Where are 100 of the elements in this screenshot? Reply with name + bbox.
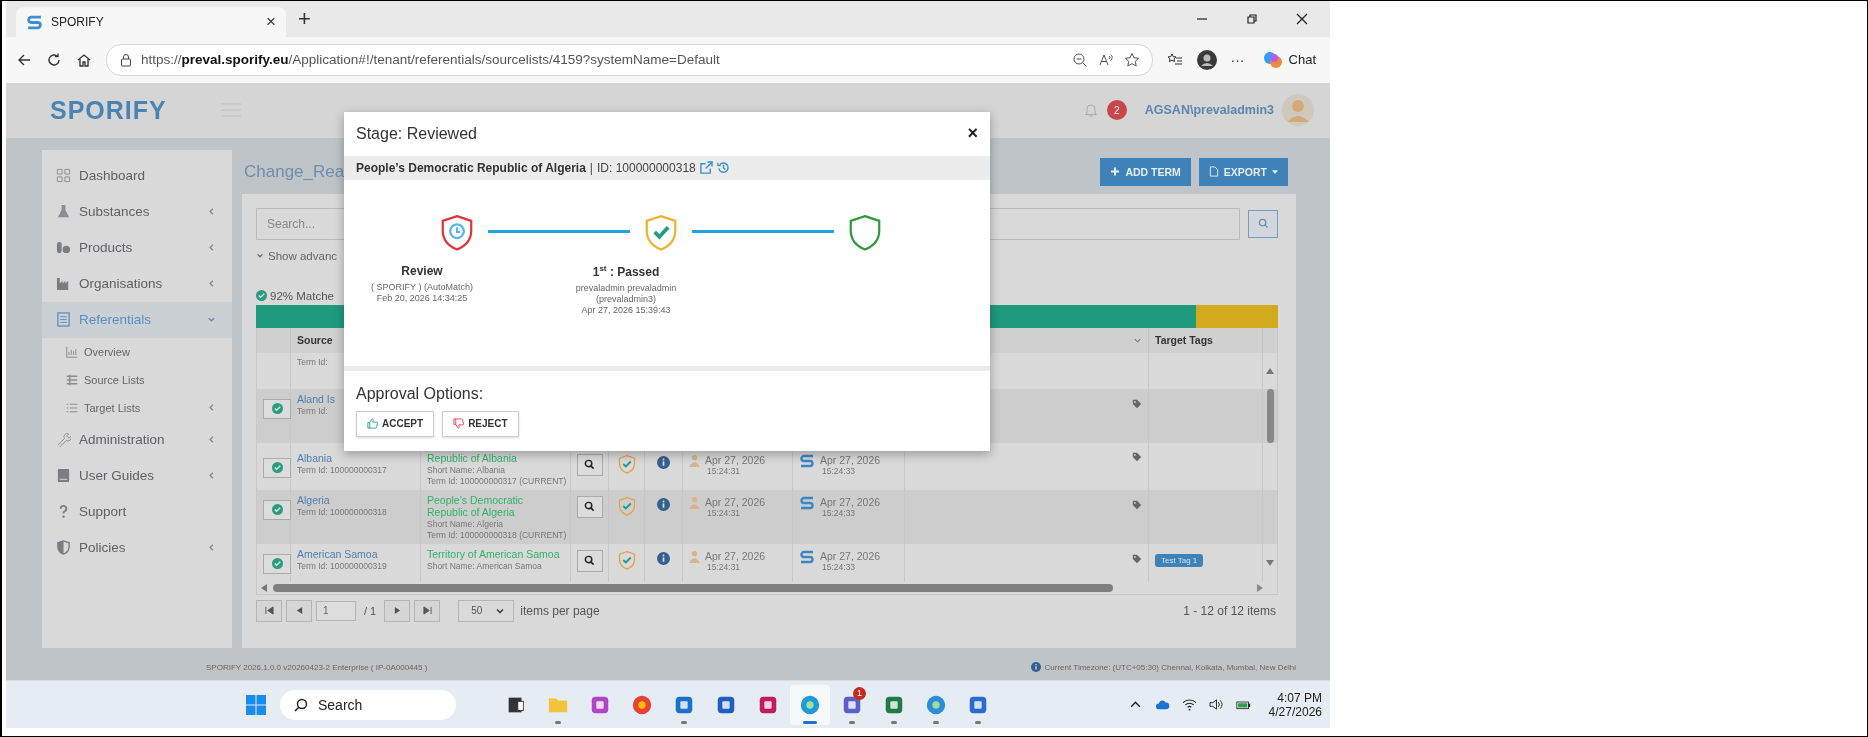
browser-tab[interactable]: SPORIFY × <box>16 7 286 37</box>
sidebar-subitem[interactable]: Target Lists <box>42 393 232 422</box>
refresh-icon[interactable] <box>46 51 62 68</box>
tag-label[interactable]: Test Tag 1 <box>1155 553 1204 567</box>
check-circle-icon <box>271 403 283 415</box>
scroll-down-icon[interactable] <box>1266 559 1274 566</box>
thumbs-down-icon <box>453 418 465 430</box>
sidebar-item[interactable]: Policies <box>42 529 232 566</box>
approval-options-title: Approval Options: <box>356 384 485 403</box>
sidebar-subitem[interactable]: Overview <box>42 337 232 366</box>
scroll-left-icon[interactable] <box>261 583 267 592</box>
taskbar-search-field[interactable]: Search <box>280 689 456 720</box>
source-term-link[interactable]: Albania <box>297 451 333 464</box>
view-button[interactable] <box>576 495 603 518</box>
address-field[interactable]: https://preval.sporify.eu/Application#!/tenant/referentials/sourcelists/4159?systemName=Default <box>106 43 1153 76</box>
copilot-chat-button[interactable]: Chat <box>1258 46 1320 73</box>
search-icon <box>1257 218 1269 230</box>
next-page-button[interactable] <box>384 599 411 622</box>
export-button[interactable]: EXPORT <box>1198 157 1288 186</box>
sporify-logo: SPORIFY <box>50 95 167 125</box>
scroll-right-icon[interactable] <box>1257 583 1263 592</box>
external-link-icon[interactable] <box>699 161 713 175</box>
battery-icon[interactable] <box>1235 698 1251 712</box>
tag-icon[interactable] <box>1132 398 1142 409</box>
taskbar-app-button[interactable]: 1 <box>832 684 872 725</box>
previous-page-button[interactable] <box>286 599 312 622</box>
tag-icon[interactable] <box>1132 451 1142 462</box>
view-button[interactable] <box>576 549 603 572</box>
sidebar-item[interactable]: Products <box>42 229 232 266</box>
sidebar-subitem[interactable]: Source Lists <box>42 365 232 394</box>
sidebar-item[interactable]: User Guides <box>42 457 232 494</box>
sidebar-item[interactable]: Support <box>42 493 232 530</box>
taskbar-clock[interactable]: 4:07 PM 4/27/2026 <box>1268 690 1322 719</box>
tag-icon[interactable] <box>1132 553 1142 564</box>
source-term-link[interactable]: Aland Is <box>297 392 335 405</box>
page-number-field[interactable]: 1 <box>316 600 356 621</box>
url-text: https://preval.sporify.eu/Application#!/tenant/referentials/sourcelists/4159?systemName=Default <box>141 52 720 68</box>
source-term-link[interactable]: Algeria <box>297 493 330 506</box>
start-button[interactable] <box>246 694 266 715</box>
new-tab-button[interactable]: + <box>298 6 311 32</box>
match-checkbox[interactable] <box>263 457 291 478</box>
add-term-button[interactable]: ADD TERM <box>1100 157 1191 186</box>
running-indicator <box>891 720 897 724</box>
close-button[interactable]: × <box>967 123 978 145</box>
info-icon[interactable] <box>657 497 670 511</box>
accept-button[interactable]: ACCEPT <box>356 410 435 437</box>
sidebar-item[interactable]: Dashboard <box>42 157 232 194</box>
zoom-out-icon[interactable] <box>1071 51 1088 68</box>
search-button[interactable] <box>1248 209 1278 238</box>
read-aloud-icon[interactable] <box>1097 51 1114 68</box>
tag-icon[interactable] <box>1132 499 1142 510</box>
view-button[interactable] <box>576 453 603 476</box>
restore-icon[interactable] <box>1246 13 1258 25</box>
horizontal-scrollbar-thumb[interactable] <box>273 583 1113 592</box>
source-term-link[interactable]: American Samoa <box>297 547 378 560</box>
stage-detail: Apr 27, 2026 15:39:43 <box>581 304 671 316</box>
page-total: / 1 <box>364 604 377 617</box>
shield-check-icon[interactable] <box>616 495 637 516</box>
dashboard-icon <box>56 168 71 184</box>
sidebar-item[interactable]: Organisations <box>42 265 232 302</box>
vertical-scrollbar-thumb[interactable] <box>1266 388 1274 443</box>
products-icon <box>56 240 71 256</box>
system-logo-icon <box>799 453 815 468</box>
shield-check-icon[interactable] <box>616 549 637 570</box>
page-title: Change_Rea <box>244 161 345 182</box>
shield-icon <box>56 540 71 556</box>
more-menu-button[interactable]: ··· <box>1230 51 1245 68</box>
first-page-button[interactable] <box>256 599 282 622</box>
reject-button[interactable]: REJECT <box>442 410 519 437</box>
cloud-icon[interactable] <box>1154 698 1170 712</box>
term-id: Term Id: 100000000318 <box>297 506 387 517</box>
history-icon[interactable] <box>716 161 730 175</box>
tab-close-button[interactable]: × <box>266 12 276 32</box>
match-checkbox[interactable] <box>263 499 291 520</box>
scroll-up-icon[interactable] <box>1266 367 1274 374</box>
speaker-icon[interactable] <box>1208 698 1224 712</box>
close-icon[interactable] <box>1296 13 1308 25</box>
running-indicator <box>975 720 981 724</box>
info-icon[interactable] <box>657 551 670 565</box>
document-icon <box>1208 166 1219 178</box>
running-indicator <box>933 720 939 724</box>
next-icon <box>392 606 402 616</box>
wifi-icon[interactable] <box>1181 698 1197 712</box>
match-checkbox[interactable] <box>263 553 291 574</box>
show-advanced-link[interactable]: Show advanc <box>256 249 338 262</box>
stage-detail: ( SPORIFY ) (AutoMatch) <box>371 281 473 293</box>
star-icon[interactable] <box>1123 51 1140 68</box>
page-size-dropdown[interactable]: 50 <box>458 599 515 622</box>
timezone-text: Current Timezone: (UTC+05:30) Chennai, Kolkata, Mumbai, New Delhi <box>1044 662 1296 672</box>
last-page-button[interactable] <box>414 599 441 622</box>
thumbs-up-icon <box>367 418 378 430</box>
favorites-icon[interactable] <box>1166 51 1183 68</box>
shield-check-icon[interactable] <box>616 453 637 474</box>
match-checkbox[interactable] <box>263 398 291 419</box>
user-name[interactable]: AGSAN\prevaladmin3 <box>1144 103 1274 118</box>
factory-icon <box>56 276 71 292</box>
sidebar-item[interactable]: Substances <box>42 193 232 230</box>
sidebar-item[interactable]: Administration <box>42 421 232 458</box>
profile-avatar-icon[interactable] <box>1196 49 1217 70</box>
info-icon[interactable] <box>657 455 670 469</box>
